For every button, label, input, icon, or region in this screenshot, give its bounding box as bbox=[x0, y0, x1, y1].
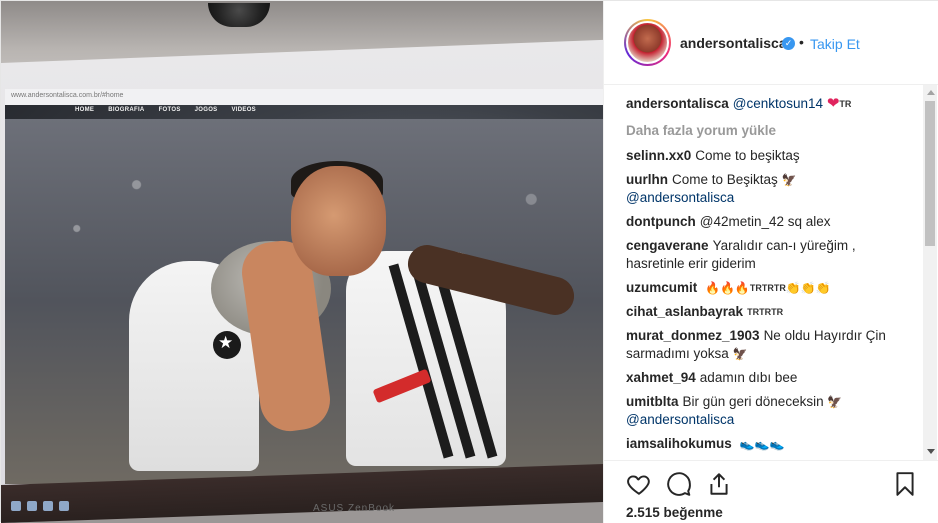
site-nav-home: HOME bbox=[75, 107, 95, 113]
list-item: uurlhn Come to Beşiktaş 🦅 @andersontalisc… bbox=[626, 171, 916, 207]
list-item: umitblta Bir gün geri döneceksin 🦅 @ander… bbox=[626, 393, 916, 429]
list-item: cihat_aslanbayrak TRTRTR bbox=[626, 303, 916, 321]
post-side-panel: andersontalisca ✓ • Takip Et andersontal… bbox=[603, 1, 938, 523]
header-separator: • bbox=[799, 34, 804, 50]
taskbar-app-icon bbox=[27, 501, 37, 511]
bookmark-icon[interactable] bbox=[892, 471, 918, 497]
taskbar-icons bbox=[11, 501, 69, 511]
eagle-emoji: 🦅 bbox=[732, 347, 748, 361]
tr-flag-emoji: TR bbox=[839, 99, 852, 109]
comments-list: andersontalisca @cenktosun14 ❤TR Daha faz… bbox=[604, 85, 938, 460]
scroll-up-arrow-icon[interactable] bbox=[927, 90, 935, 95]
comment-username[interactable]: uzumcumit bbox=[626, 280, 697, 295]
comment-text: Come to beşiktaş bbox=[695, 148, 800, 163]
eagle-emoji: 🦅 bbox=[781, 173, 797, 187]
post-actions: 2.515 beğenme bbox=[604, 460, 938, 523]
comment-mention[interactable]: @andersontalisca bbox=[626, 190, 734, 205]
comment-username[interactable]: xahmet_94 bbox=[626, 370, 696, 385]
champions-league-badge bbox=[213, 331, 241, 359]
site-nav-videos: VIDEOS bbox=[231, 107, 256, 113]
list-item: uzumcumit 🔥🔥🔥TRTRTR👏👏👏 bbox=[626, 279, 916, 297]
eagle-emoji: 🦅 bbox=[827, 395, 843, 409]
list-item: murat_donmez_1903 Ne oldu Hayırdır Çin sa… bbox=[626, 327, 916, 363]
comment-username[interactable]: cengaverane bbox=[626, 238, 709, 253]
monitor-brand-label: ASUS ZenBook bbox=[313, 503, 396, 514]
follow-button[interactable]: Takip Et bbox=[810, 36, 860, 52]
windows-start-icon bbox=[11, 501, 21, 511]
comment-text-line2: hasretinle erir giderim bbox=[626, 256, 756, 271]
load-more-comments-button[interactable]: Daha fazla yorum yükle bbox=[626, 123, 776, 138]
comment-text-line2: sarmadımı yoksa bbox=[626, 346, 729, 361]
heart-outline-icon[interactable] bbox=[626, 471, 652, 497]
tr-flag-emoji: TRTRTR bbox=[747, 307, 784, 317]
scrollbar-thumb[interactable] bbox=[925, 101, 935, 246]
likes-count[interactable]: 2.515 beğenme bbox=[626, 505, 723, 520]
caption-username[interactable]: andersontalisca bbox=[626, 96, 729, 111]
list-item: xahmet_94 adamın dıbı bee bbox=[626, 369, 916, 387]
list-item: selinn.xx0 Come to beşiktaş bbox=[626, 147, 916, 165]
list-item: iamsalihokumus 👟👟👟 bbox=[626, 435, 916, 453]
comment-text: adamın dıbı bee bbox=[699, 370, 798, 385]
tr-flag-emoji: TRTRTR bbox=[749, 283, 786, 293]
taskbar-app-icon bbox=[43, 501, 53, 511]
verified-badge-icon: ✓ bbox=[782, 37, 795, 50]
browser-address-bar: www.andersontalisca.com.br/#home bbox=[5, 89, 603, 105]
comment-mention[interactable]: @andersontalisca bbox=[626, 412, 734, 427]
comment-text: Yaralıdır can-ı yüreğim , bbox=[712, 238, 856, 253]
website-nav: HOME BIOGRAFIA FOTOS JOGOS VIDEOS bbox=[75, 107, 256, 113]
comment-username[interactable]: uurlhn bbox=[626, 172, 668, 187]
comment-text: @42metin_42 sq alex bbox=[699, 214, 831, 229]
red-heart-emoji: ❤ bbox=[826, 95, 840, 112]
list-item: cengaverane Yaralıdır can-ı yüreğim , has… bbox=[626, 237, 916, 273]
instagram-post: www.andersontalisca.com.br/#home HOME BI… bbox=[0, 0, 938, 523]
comment-username[interactable]: selinn.xx0 bbox=[626, 148, 691, 163]
comment-username[interactable]: cihat_aslanbayrak bbox=[626, 304, 743, 319]
comment-username[interactable]: iamsalihokumus bbox=[626, 436, 732, 451]
comment-text: Ne oldu Hayırdır Çin bbox=[763, 328, 886, 343]
header-username[interactable]: andersontalisca bbox=[680, 35, 787, 51]
site-nav-jogos: JOGOS bbox=[194, 107, 218, 113]
comment-username[interactable]: umitblta bbox=[626, 394, 679, 409]
list-item: dontpunch @42metin_42 sq alex bbox=[626, 213, 916, 231]
comment-text: Come to Beşiktaş bbox=[672, 172, 778, 187]
caption-mention[interactable]: @cenktosun14 bbox=[733, 96, 823, 111]
comment-username[interactable]: dontpunch bbox=[626, 214, 696, 229]
fire-emoji: 🔥🔥🔥 bbox=[705, 281, 750, 295]
shoe-emoji: 👟👟👟 bbox=[739, 437, 785, 451]
comment-icon[interactable] bbox=[666, 471, 692, 497]
share-icon[interactable] bbox=[706, 471, 732, 497]
site-nav-fotos: FOTOS bbox=[158, 107, 181, 113]
comment-username[interactable]: murat_donmez_1903 bbox=[626, 328, 760, 343]
player-right-face bbox=[291, 166, 386, 276]
comment-text: Bir gün geri döneceksin bbox=[682, 394, 824, 409]
clap-emoji: 👏👏👏 bbox=[785, 281, 831, 295]
browser-url: www.andersontalisca.com.br/#home bbox=[11, 92, 124, 99]
taskbar-app-icon bbox=[59, 501, 69, 511]
scroll-down-arrow-icon[interactable] bbox=[927, 449, 935, 454]
post-header: andersontalisca ✓ • Takip Et bbox=[604, 1, 938, 85]
caption: andersontalisca @cenktosun14 ❤TR bbox=[626, 95, 916, 113]
post-photo[interactable]: www.andersontalisca.com.br/#home HOME BI… bbox=[1, 1, 603, 523]
avatar[interactable] bbox=[624, 19, 671, 66]
site-nav-biografia: BIOGRAFIA bbox=[108, 107, 145, 113]
